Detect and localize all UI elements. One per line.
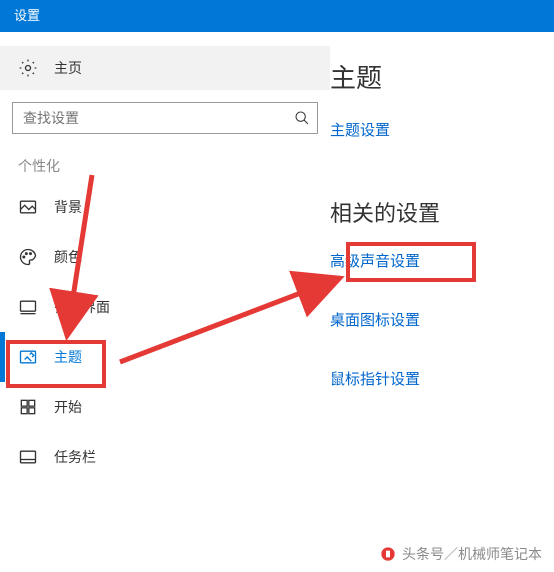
link-advanced-sound[interactable]: 高级声音设置 — [330, 250, 420, 271]
sidebar-item-label: 开始 — [54, 397, 82, 417]
home-button[interactable]: 主页 — [0, 46, 330, 90]
image-icon — [18, 197, 38, 217]
content-area: 主页 个性化 背景 — [0, 32, 554, 572]
sidebar-item-label: 锁屏界面 — [54, 297, 110, 317]
lockscreen-icon — [18, 297, 38, 317]
sidebar-item-start[interactable]: 开始 — [0, 382, 330, 432]
page-title: 主题 — [330, 58, 554, 95]
sidebar-item-label: 背景 — [54, 197, 82, 217]
sidebar-item-label: 主题 — [54, 347, 82, 367]
window-titlebar: 设置 — [0, 0, 554, 32]
nav-list: 背景 颜色 锁屏界面 — [0, 182, 330, 482]
gear-icon — [18, 58, 38, 78]
link-mouse-pointer[interactable]: 鼠标指针设置 — [330, 368, 420, 389]
search-input[interactable] — [12, 102, 318, 134]
sidebar-item-label: 任务栏 — [54, 447, 96, 467]
home-label: 主页 — [54, 58, 82, 78]
pen-icon — [18, 347, 38, 367]
search-container — [12, 102, 318, 134]
link-desktop-icons[interactable]: 桌面图标设置 — [330, 309, 420, 330]
sidebar-item-background[interactable]: 背景 — [0, 182, 330, 232]
taskbar-icon — [18, 447, 38, 467]
start-icon — [18, 397, 38, 417]
sidebar-item-themes[interactable]: 主题 — [0, 332, 330, 382]
watermark: 头条号／机械师笔记本 — [380, 544, 542, 564]
sidebar-item-lockscreen[interactable]: 锁屏界面 — [0, 282, 330, 332]
related-heading: 相关的设置 — [330, 196, 554, 228]
section-label: 个性化 — [0, 134, 330, 182]
link-theme-settings[interactable]: 主题设置 — [330, 119, 390, 140]
sidebar-item-label: 颜色 — [54, 247, 82, 267]
active-indicator — [0, 332, 5, 382]
main-panel: 主题 主题设置 相关的设置 高级声音设置 桌面图标设置 鼠标指针设置 — [330, 32, 554, 572]
watermark-icon — [380, 546, 396, 562]
sidebar-item-taskbar[interactable]: 任务栏 — [0, 432, 330, 482]
window-title: 设置 — [14, 8, 40, 23]
palette-icon — [18, 247, 38, 267]
watermark-text: 头条号／机械师笔记本 — [402, 544, 542, 564]
sidebar-item-colors[interactable]: 颜色 — [0, 232, 330, 282]
sidebar: 主页 个性化 背景 — [0, 32, 330, 572]
